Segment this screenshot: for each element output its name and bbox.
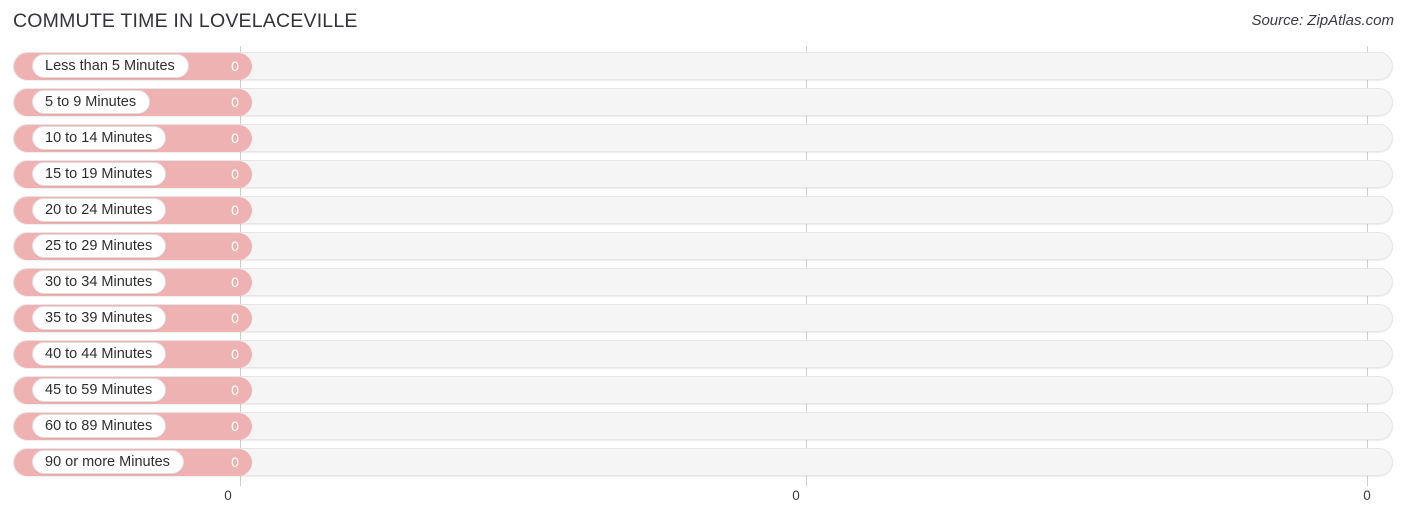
chart-plot-area: Less than 5 Minutes 0 5 to 9 Minutes 0 10 to… bbox=[0, 46, 1406, 486]
bar-category-label: Less than 5 Minutes bbox=[45, 57, 175, 74]
chart-header: COMMUTE TIME IN LOVELACEVILLE Source: Zi… bbox=[0, 0, 1406, 46]
bar-category-label: 90 or more Minutes bbox=[45, 453, 170, 470]
bar-value-label: 0 bbox=[231, 454, 239, 470]
bar-row[interactable]: 60 to 89 Minutes 0 bbox=[0, 408, 1406, 444]
bar-row[interactable]: 40 to 44 Minutes 0 bbox=[0, 336, 1406, 372]
bar-value-label: 0 bbox=[231, 310, 239, 326]
bar-row[interactable]: 15 to 19 Minutes 0 bbox=[0, 156, 1406, 192]
bar-category-label: 30 to 34 Minutes bbox=[45, 273, 153, 290]
bar-label-pill: 10 to 14 Minutes bbox=[32, 126, 167, 150]
bar-label-pill: 15 to 19 Minutes bbox=[32, 162, 167, 186]
bar-label-pill: 20 to 24 Minutes bbox=[32, 198, 167, 222]
bar-value-label: 0 bbox=[231, 382, 239, 398]
x-axis-tick-label: 0 bbox=[792, 488, 800, 503]
bar-label-pill: Less than 5 Minutes bbox=[32, 54, 189, 78]
bar-value-label: 0 bbox=[231, 418, 239, 434]
bar-value-label: 0 bbox=[231, 274, 239, 290]
bar-row[interactable]: 45 to 59 Minutes 0 bbox=[0, 372, 1406, 408]
bar-category-label: 20 to 24 Minutes bbox=[45, 201, 153, 218]
x-axis: 0 0 0 bbox=[0, 486, 1406, 524]
bar-label-pill: 35 to 39 Minutes bbox=[32, 306, 167, 330]
bar-row[interactable]: 25 to 29 Minutes 0 bbox=[0, 228, 1406, 264]
bar-row[interactable]: Less than 5 Minutes 0 bbox=[0, 48, 1406, 84]
page-title: COMMUTE TIME IN LOVELACEVILLE bbox=[13, 10, 358, 32]
bar-value-label: 0 bbox=[231, 130, 239, 146]
bar-value-label: 0 bbox=[231, 166, 239, 182]
bar-label-pill: 90 or more Minutes bbox=[32, 450, 184, 474]
bar-label-pill: 60 to 89 Minutes bbox=[32, 414, 167, 438]
bar-row[interactable]: 30 to 34 Minutes 0 bbox=[0, 264, 1406, 300]
x-axis-tick-label: 0 bbox=[224, 488, 232, 503]
bar-value-label: 0 bbox=[231, 238, 239, 254]
bar-row[interactable]: 20 to 24 Minutes 0 bbox=[0, 192, 1406, 228]
bar-category-label: 5 to 9 Minutes bbox=[45, 93, 137, 110]
bar-value-label: 0 bbox=[231, 94, 239, 110]
bar-category-label: 45 to 59 Minutes bbox=[45, 381, 153, 398]
bar-value-label: 0 bbox=[231, 58, 239, 74]
bar-category-label: 15 to 19 Minutes bbox=[45, 165, 153, 182]
x-axis-tick-label: 0 bbox=[1363, 488, 1371, 503]
bar-row[interactable]: 35 to 39 Minutes 0 bbox=[0, 300, 1406, 336]
bar-label-pill: 30 to 34 Minutes bbox=[32, 270, 167, 294]
bar-value-label: 0 bbox=[231, 202, 239, 218]
source-attribution: Source: ZipAtlas.com bbox=[1251, 12, 1394, 29]
bar-category-label: 10 to 14 Minutes bbox=[45, 129, 153, 146]
bar-row[interactable]: 90 or more Minutes 0 bbox=[0, 444, 1406, 480]
bar-category-label: 35 to 39 Minutes bbox=[45, 309, 153, 326]
bar-row[interactable]: 10 to 14 Minutes 0 bbox=[0, 120, 1406, 156]
bar-row[interactable]: 5 to 9 Minutes 0 bbox=[0, 84, 1406, 120]
bar-label-pill: 5 to 9 Minutes bbox=[32, 90, 151, 114]
bar-category-label: 25 to 29 Minutes bbox=[45, 237, 153, 254]
bar-label-pill: 40 to 44 Minutes bbox=[32, 342, 167, 366]
bar-value-label: 0 bbox=[231, 346, 239, 362]
bar-label-pill: 45 to 59 Minutes bbox=[32, 378, 167, 402]
bar-category-label: 60 to 89 Minutes bbox=[45, 417, 153, 434]
bar-label-pill: 25 to 29 Minutes bbox=[32, 234, 167, 258]
bar-category-label: 40 to 44 Minutes bbox=[45, 345, 153, 362]
